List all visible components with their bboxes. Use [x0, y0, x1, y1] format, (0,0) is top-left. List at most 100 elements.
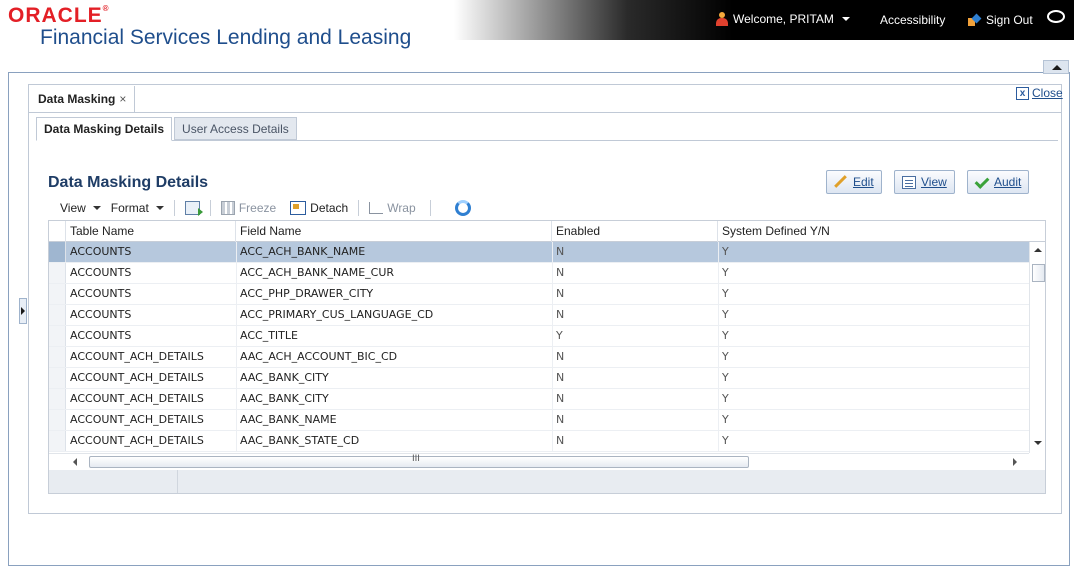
table-row[interactable]: ACCOUNTS ACC_ACH_BANK_NAME N Y [49, 242, 1029, 263]
table-row[interactable]: ACCOUNTS ACC_PHP_DRAWER_CITY N Y [49, 284, 1029, 305]
refresh-icon[interactable] [454, 200, 471, 216]
chevron-down-icon [841, 17, 850, 21]
edit-button[interactable]: Edit [826, 170, 882, 194]
table-row[interactable]: ACCOUNT_ACH_DETAILS AAC_BANK_CITY N Y [49, 389, 1029, 410]
cell-field-name: AAC_BANK_STATE_CD [240, 434, 360, 447]
sub-tabs: Data Masking Details User Access Details [36, 117, 297, 141]
audit-label: Audit [994, 175, 1022, 189]
audit-button[interactable]: Audit [967, 170, 1030, 194]
row-header[interactable] [49, 326, 66, 346]
column-divider [236, 305, 237, 325]
row-header[interactable] [49, 431, 66, 451]
row-header[interactable] [49, 347, 66, 367]
document-icon [902, 175, 916, 189]
tab-data-masking-details[interactable]: Data Masking Details [36, 117, 173, 141]
chevron-down-icon [155, 206, 164, 210]
query-by-example-icon[interactable] [184, 201, 203, 216]
cell-system-defined: Y [722, 287, 729, 300]
cell-system-defined: Y [722, 308, 729, 321]
cell-enabled: N [556, 392, 565, 405]
cell-enabled: N [556, 245, 565, 258]
app-header: ORACLE® Financial Services Lending and L… [0, 0, 1074, 70]
column-header-table-name[interactable]: Table Name [66, 221, 236, 242]
cell-system-defined: Y [722, 392, 729, 405]
cell-enabled: N [556, 287, 565, 300]
table-row[interactable]: ACCOUNT_ACH_DETAILS AAC_BANK_CITY N Y [49, 368, 1029, 389]
column-divider [552, 326, 553, 346]
vertical-scrollbar[interactable] [1029, 242, 1045, 453]
tab-close-icon[interactable]: × [119, 92, 126, 106]
table-row[interactable]: ACCOUNT_ACH_DETAILS AAC_BANK_NAME N Y [49, 410, 1029, 431]
scroll-up-icon[interactable] [1034, 248, 1042, 252]
table-row[interactable]: ACCOUNTS ACC_TITLE Y Y [49, 326, 1029, 347]
toolbar-separator [209, 200, 211, 216]
freeze-button[interactable]: Freeze [220, 201, 277, 215]
row-header[interactable] [49, 263, 66, 283]
footer-divider [177, 470, 178, 493]
column-header-field-name[interactable]: Field Name [236, 221, 552, 242]
column-divider [552, 263, 553, 283]
vertical-scroll-thumb[interactable] [1032, 264, 1045, 282]
cell-system-defined: Y [722, 266, 729, 279]
column-divider [236, 242, 237, 262]
row-header[interactable] [49, 389, 66, 409]
row-header[interactable] [49, 242, 66, 262]
product-name: Financial Services Lending and Leasing [40, 26, 412, 49]
scroll-left-icon[interactable] [73, 458, 77, 466]
column-divider [236, 431, 237, 451]
cell-system-defined: Y [722, 413, 729, 426]
table-row[interactable]: ACCOUNT_ACH_DETAILS AAC_ACH_ACCOUNT_BIC_C… [49, 347, 1029, 368]
column-divider [236, 347, 237, 367]
table-row[interactable]: ACCOUNTS ACC_PRIMARY_CUS_LANGUAGE_CD N Y [49, 305, 1029, 326]
freeze-label: Freeze [238, 201, 277, 215]
view-button[interactable]: View [894, 170, 955, 194]
user-icon [716, 12, 728, 26]
column-divider [552, 431, 553, 451]
column-divider [236, 389, 237, 409]
row-header[interactable] [49, 368, 66, 388]
collapse-header-icon[interactable] [1043, 60, 1069, 74]
tab-data-masking[interactable]: Data Masking × [30, 86, 136, 112]
column-divider [718, 347, 719, 367]
wrap-label: Wrap [387, 201, 416, 215]
row-header[interactable] [49, 410, 66, 430]
tab-user-access-details[interactable]: User Access Details [174, 117, 297, 140]
oracle-logo: ORACLE® [8, 4, 110, 27]
column-divider [718, 431, 719, 451]
detach-button[interactable]: Detach [290, 201, 348, 215]
accessibility-link[interactable]: Accessibility [880, 13, 945, 27]
user-menu[interactable]: Welcome, PRITAM [716, 12, 850, 26]
format-menu[interactable]: Format [111, 201, 164, 215]
close-icon: x [1016, 86, 1029, 100]
status-ring-icon[interactable] [1047, 10, 1065, 23]
row-header[interactable] [49, 305, 66, 325]
cell-system-defined: Y [722, 371, 729, 384]
view-menu[interactable]: View [60, 201, 101, 215]
row-header-corner [49, 221, 66, 242]
welcome-text: Welcome, PRITAM [733, 12, 834, 26]
format-menu-label: Format [110, 201, 149, 215]
cell-enabled: Y [556, 329, 563, 342]
column-divider [236, 326, 237, 346]
wrap-button[interactable]: Wrap [369, 201, 416, 215]
horizontal-scrollbar[interactable]: III [49, 453, 1029, 470]
cell-field-name: AAC_BANK_NAME [240, 413, 337, 426]
row-header[interactable] [49, 284, 66, 304]
column-divider [718, 284, 719, 304]
sign-out-link[interactable]: Sign Out [986, 13, 1033, 27]
horizontal-scroll-thumb[interactable]: III [89, 454, 749, 468]
scroll-down-icon[interactable] [1034, 441, 1042, 445]
scroll-right-icon[interactable] [1013, 458, 1017, 466]
column-header-enabled[interactable]: Enabled [552, 221, 718, 242]
column-divider [236, 410, 237, 430]
edit-label: Edit [853, 175, 874, 189]
column-header-system-defined[interactable]: System Defined Y/N [718, 221, 1045, 242]
cell-field-name: ACC_TITLE [240, 329, 298, 342]
table-row[interactable]: ACCOUNT_ACH_DETAILS AAC_BANK_STATE_CD N Y [49, 431, 1029, 452]
cell-enabled: N [556, 413, 565, 426]
cell-enabled: N [556, 371, 565, 384]
close-link[interactable]: x Close [1016, 86, 1063, 100]
expand-sidebar-icon[interactable] [19, 298, 27, 324]
table-row[interactable]: ACCOUNTS ACC_ACH_BANK_NAME_CUR N Y [49, 263, 1029, 284]
column-divider [718, 410, 719, 430]
